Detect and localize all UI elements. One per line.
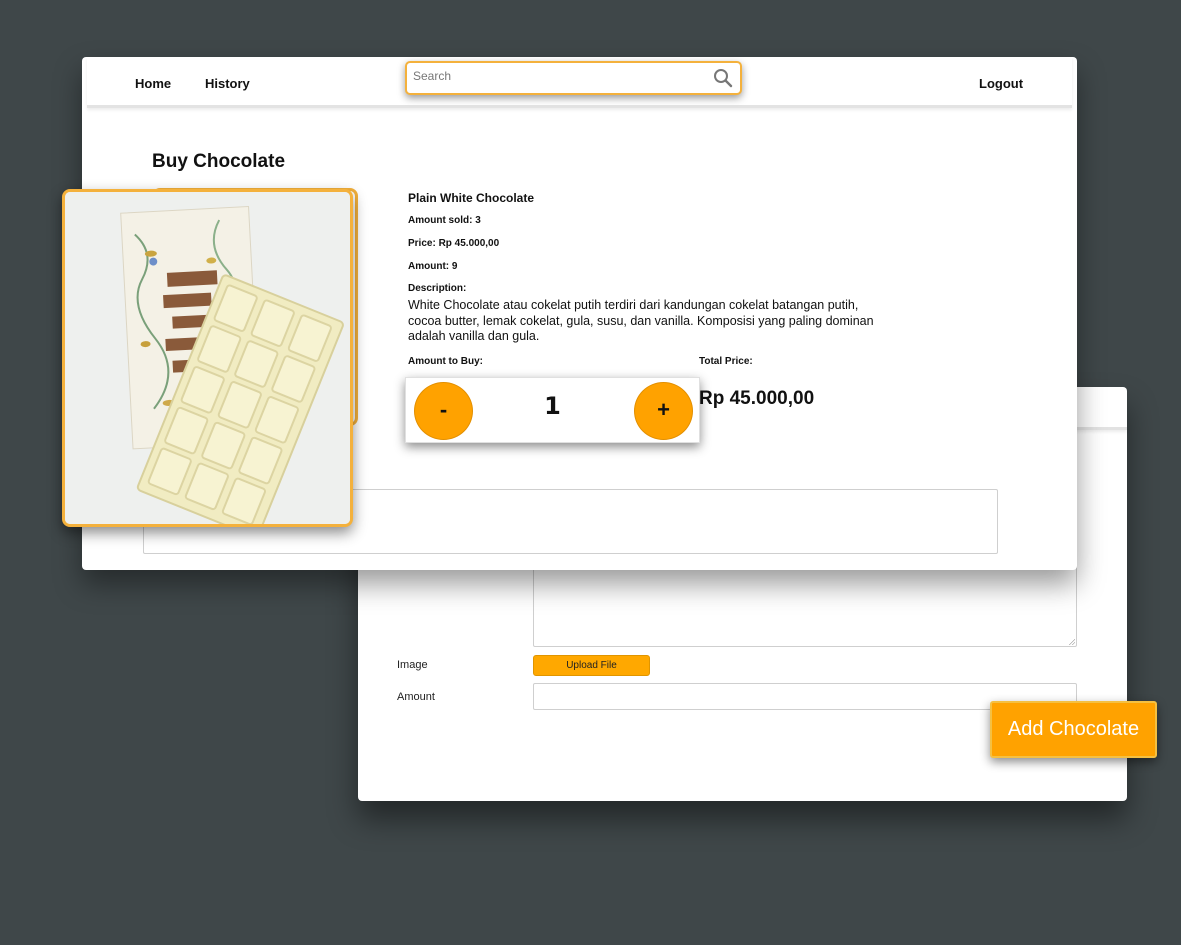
total-price-value: Rp 45.000,00	[699, 388, 815, 409]
nav-logout-link[interactable]: Logout	[979, 76, 1023, 91]
increment-button[interactable]: +	[634, 382, 693, 440]
quantity-stepper: - 1 +	[405, 377, 700, 443]
amount-label: Amount	[397, 691, 435, 703]
quantity-value[interactable]: 1	[526, 392, 579, 420]
product-image	[62, 189, 353, 527]
search-icon[interactable]	[713, 68, 733, 93]
amount-sold: Amount sold: 3	[408, 215, 481, 226]
page-title: Buy Chocolate	[152, 151, 286, 172]
resize-handle-icon[interactable]	[1068, 638, 1075, 645]
upload-file-button[interactable]: Upload File	[533, 655, 650, 676]
total-price-label: Total Price:	[699, 356, 753, 367]
product-amount: Amount: 9	[408, 261, 458, 272]
product-price: Price: Rp 45.000,00	[408, 238, 500, 249]
amount-to-buy-label: Amount to Buy:	[408, 356, 483, 367]
decrement-button[interactable]: -	[414, 382, 473, 440]
add-chocolate-button[interactable]: Add Chocolate	[990, 701, 1157, 758]
image-label: Image	[397, 659, 428, 671]
search-bar[interactable]	[405, 61, 742, 95]
product-description: White Chocolate atau cokelat putih terdi…	[408, 298, 874, 343]
white-chocolate-bar-image	[65, 192, 350, 524]
nav-history-link[interactable]: History	[205, 76, 250, 91]
description-label: Description:	[408, 283, 467, 294]
search-input[interactable]	[413, 69, 693, 83]
product-name: Plain White Chocolate	[408, 191, 535, 205]
nav-home-link[interactable]: Home	[135, 76, 171, 91]
